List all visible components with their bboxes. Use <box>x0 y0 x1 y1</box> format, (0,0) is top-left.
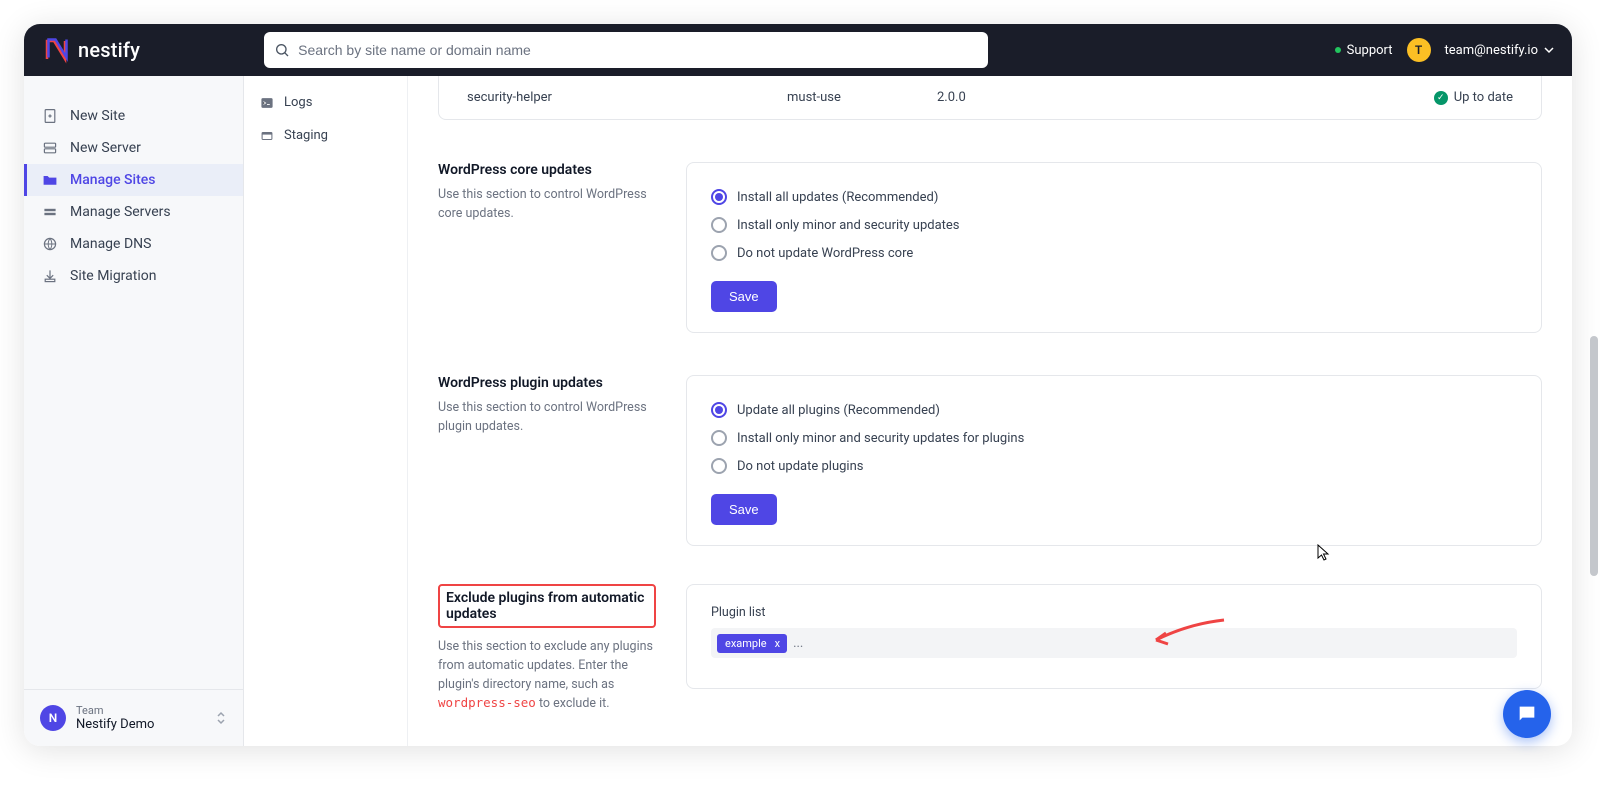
nav-item-label: Site Migration <box>70 268 156 284</box>
radio-icon <box>711 430 727 446</box>
plugin-updates-panel: Update all plugins (Recommended) Install … <box>686 375 1542 546</box>
folder-icon <box>42 172 58 188</box>
radio-label: Do not update plugins <box>737 459 863 474</box>
nav-item-label: Manage Sites <box>70 172 155 188</box>
user-avatar[interactable]: T <box>1407 38 1431 62</box>
team-label: Team <box>76 704 154 717</box>
terminal-icon <box>260 96 274 110</box>
subnav-label: Logs <box>284 95 312 110</box>
plugin-updates-title: WordPress plugin updates <box>438 375 656 391</box>
user-email-text: team@nestify.io <box>1445 43 1538 58</box>
brand-name: nestify <box>78 38 140 62</box>
nav-item-site-migration[interactable]: Site Migration <box>24 260 243 292</box>
subnav-label: Staging <box>284 128 328 143</box>
subnav-item-staging[interactable]: Staging <box>244 119 407 152</box>
nav-item-manage-dns[interactable]: Manage DNS <box>24 228 243 260</box>
exclude-title: Exclude plugins from automatic updates <box>446 590 648 622</box>
nav-item-label: New Server <box>70 140 141 156</box>
tag-input-caret: ... <box>793 636 803 651</box>
radio-icon <box>711 245 727 261</box>
chat-icon <box>1516 703 1538 725</box>
nav-item-manage-servers[interactable]: Manage Servers <box>24 196 243 228</box>
check-circle-icon: ✓ <box>1434 91 1448 105</box>
nav-item-label: Manage Servers <box>70 204 171 220</box>
brand-logo[interactable]: nestify <box>42 36 140 64</box>
team-name: Nestify Demo <box>76 717 154 732</box>
radio-icon <box>711 189 727 205</box>
exclude-panel: Plugin list example x ... <box>686 584 1542 689</box>
plugin-update-option-0[interactable]: Update all plugins (Recommended) <box>711 396 1517 424</box>
primary-sidebar: New Site New Server Manage Sites Manage Ser… <box>24 76 244 746</box>
migrate-icon <box>42 268 58 284</box>
nav-item-manage-sites[interactable]: Manage Sites <box>24 164 243 196</box>
core-update-option-0[interactable]: Install all updates (Recommended) <box>711 183 1517 211</box>
radio-icon <box>711 458 727 474</box>
tag-remove-icon[interactable]: x <box>772 637 783 650</box>
cursor-icon <box>1317 544 1331 562</box>
search-bar[interactable] <box>264 32 988 68</box>
plugin-update-option-2[interactable]: Do not update plugins <box>711 452 1517 480</box>
plugin-status: ✓ Up to date <box>1434 90 1513 105</box>
exclude-desc: Use this section to exclude any plugins … <box>438 638 656 714</box>
exclude-desc-pre: Use this section to exclude any plugins … <box>438 639 653 692</box>
status-dot-icon <box>1335 47 1341 53</box>
user-menu[interactable]: team@nestify.io <box>1445 43 1554 58</box>
radio-icon <box>711 217 727 233</box>
exclude-title-highlight: Exclude plugins from automatic updates <box>438 584 656 628</box>
plugin-type: must-use <box>787 90 937 105</box>
radio-label: Update all plugins (Recommended) <box>737 403 940 418</box>
search-input[interactable] <box>298 42 978 58</box>
exclude-tag: example x <box>717 634 787 653</box>
radio-icon <box>711 402 727 418</box>
sort-icon <box>215 710 227 726</box>
core-save-button[interactable]: Save <box>711 281 777 312</box>
core-update-option-1[interactable]: Install only minor and security updates <box>711 211 1517 239</box>
logo-icon <box>42 36 70 64</box>
support-label: Support <box>1347 43 1393 58</box>
top-bar: nestify Support T team@nestify.io <box>24 24 1572 76</box>
scrollbar-track[interactable] <box>1588 76 1598 744</box>
servers-icon <box>42 204 58 220</box>
secondary-sidebar: Logs Staging <box>244 76 408 746</box>
staging-icon <box>260 129 274 143</box>
nav-item-new-site[interactable]: New Site <box>24 100 243 132</box>
plugin-save-button[interactable]: Save <box>711 494 777 525</box>
plugin-update-option-1[interactable]: Install only minor and security updates … <box>711 424 1517 452</box>
radio-label: Install only minor and security updates <box>737 218 960 233</box>
chat-button[interactable] <box>1503 690 1551 738</box>
main-content: security-helper must-use 2.0.0 ✓ Up to d… <box>408 76 1572 746</box>
search-icon <box>274 42 290 58</box>
nav-item-new-server[interactable]: New Server <box>24 132 243 164</box>
file-plus-icon <box>42 108 58 124</box>
support-link[interactable]: Support <box>1335 43 1393 58</box>
globe-icon <box>42 236 58 252</box>
plugin-version: 2.0.0 <box>937 90 1167 105</box>
radio-label: Do not update WordPress core <box>737 246 913 261</box>
subnav-item-logs[interactable]: Logs <box>244 86 407 119</box>
radio-label: Install only minor and security updates … <box>737 431 1024 446</box>
team-switcher[interactable]: N Team Nestify Demo <box>24 689 243 746</box>
core-updates-title: WordPress core updates <box>438 162 656 178</box>
radio-label: Install all updates (Recommended) <box>737 190 938 205</box>
plugin-updates-desc: Use this section to control WordPress pl… <box>438 399 656 437</box>
server-stack-icon <box>42 140 58 156</box>
plugin-exclude-input[interactable]: example x ... <box>711 628 1517 658</box>
nav-item-label: Manage DNS <box>70 236 151 252</box>
plugin-list-label: Plugin list <box>711 605 1517 620</box>
scrollbar-thumb[interactable] <box>1590 336 1598 576</box>
exclude-desc-code: wordpress-seo <box>438 695 536 710</box>
core-updates-panel: Install all updates (Recommended) Install… <box>686 162 1542 333</box>
exclude-desc-post: to exclude it. <box>536 696 610 711</box>
tag-text: example <box>725 637 767 650</box>
core-update-option-2[interactable]: Do not update WordPress core <box>711 239 1517 267</box>
plugin-name: security-helper <box>467 90 787 105</box>
core-updates-desc: Use this section to control WordPress co… <box>438 186 656 224</box>
nav-item-label: New Site <box>70 108 125 124</box>
chevron-down-icon <box>1544 45 1554 55</box>
plugin-table-row: security-helper must-use 2.0.0 ✓ Up to d… <box>438 76 1542 120</box>
team-avatar: N <box>40 705 66 731</box>
plugin-status-text: Up to date <box>1454 90 1513 105</box>
